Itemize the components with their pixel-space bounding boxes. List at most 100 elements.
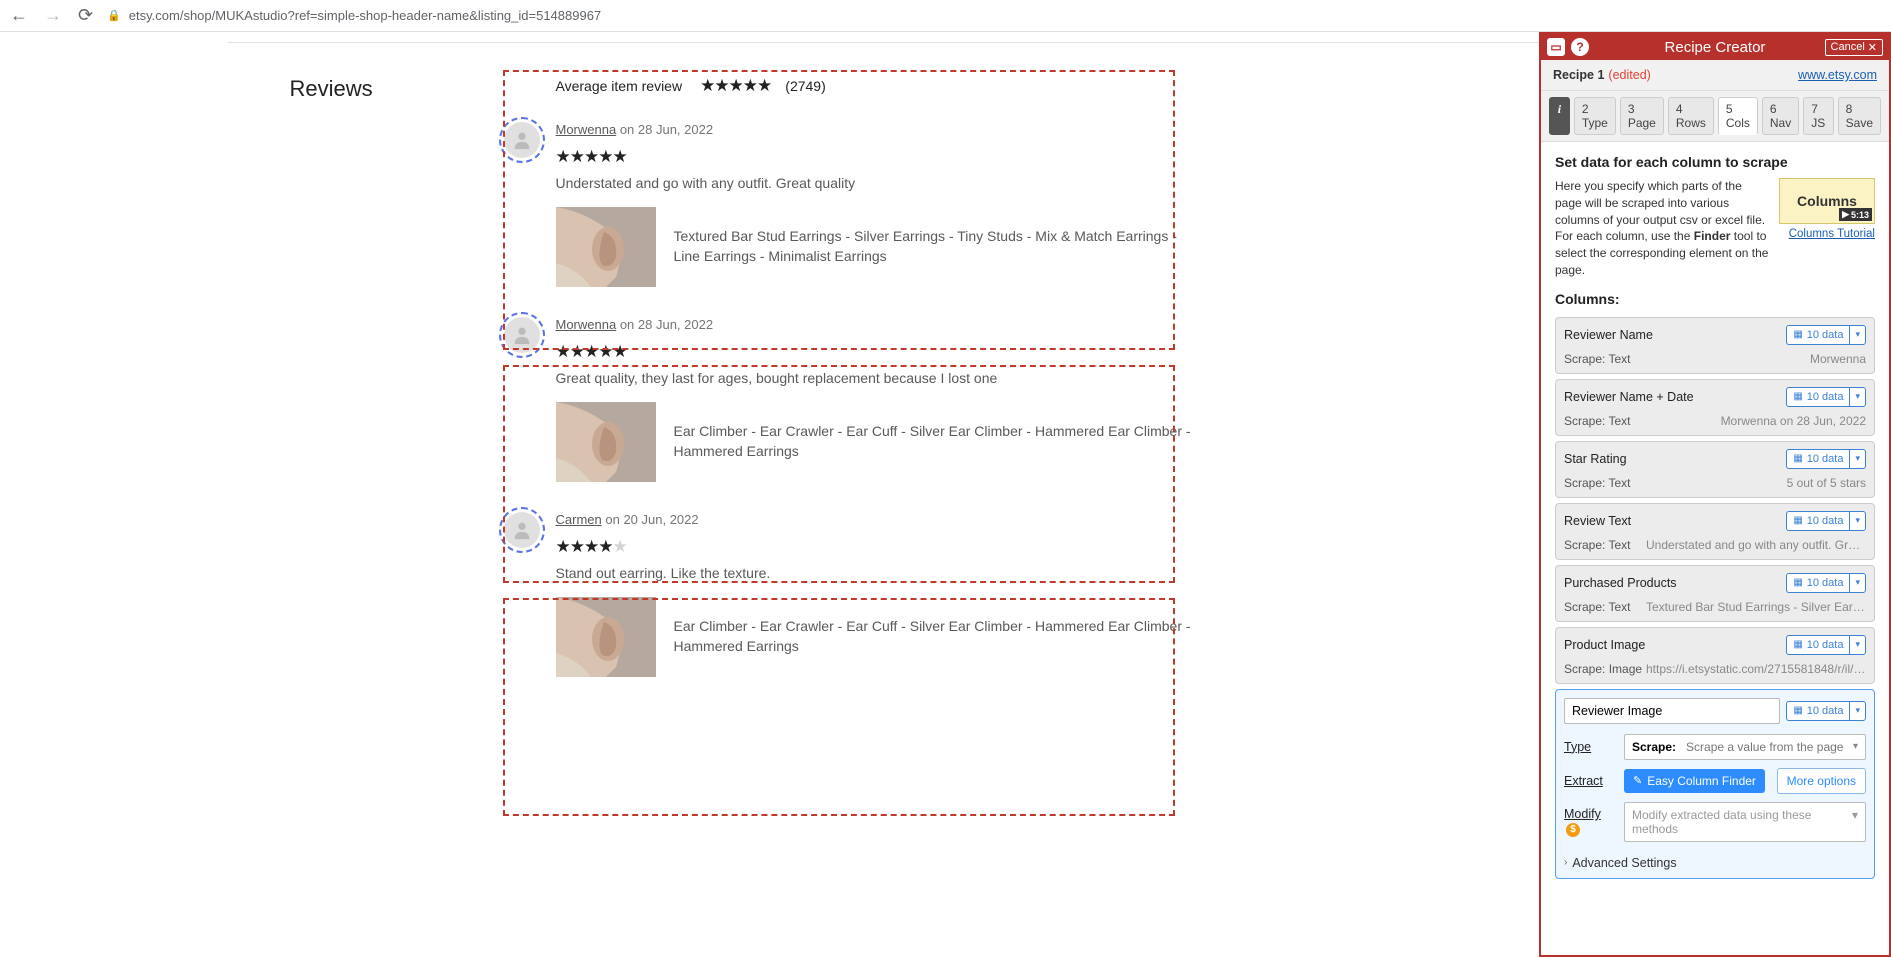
cancel-button[interactable]: Cancel✕	[1825, 39, 1883, 56]
product-title: Ear Climber - Ear Crawler - Ear Cuff - S…	[674, 617, 1194, 656]
pencil-icon: ✎	[1633, 774, 1642, 787]
column-entry[interactable]: Reviewer Name + Date▦10 data▾Scrape: Tex…	[1555, 379, 1875, 436]
column-entry[interactable]: Reviewer Name▦10 data▾Scrape: TextMorwen…	[1555, 317, 1875, 374]
review-date: on 20 Jun, 2022	[605, 512, 698, 527]
reviewer-name-link[interactable]: Morwenna	[556, 122, 617, 137]
column-entry[interactable]: Purchased Products▦10 data▾Scrape: TextT…	[1555, 565, 1875, 622]
forward-icon[interactable]: →	[44, 5, 62, 26]
grid-icon: ▦	[1793, 391, 1802, 402]
tab-6-nav[interactable]: 6 Nav	[1762, 97, 1799, 135]
data-count-badge[interactable]: ▦10 data	[1786, 573, 1849, 593]
modify-badge-icon: $	[1566, 823, 1580, 837]
scrape-type: Scrape: Text	[1564, 600, 1630, 614]
clipboard-icon[interactable]: ▭	[1547, 38, 1565, 56]
review-stars: ★★★★★	[556, 342, 1250, 362]
purchased-product[interactable]: Ear Climber - Ear Crawler - Ear Cuff - S…	[556, 402, 1250, 482]
product-thumb-image	[556, 207, 656, 287]
advanced-settings-toggle[interactable]: › Advanced Settings	[1564, 850, 1866, 870]
column-entry[interactable]: Product Image▦10 data▾Scrape: Imagehttps…	[1555, 627, 1875, 684]
review-block: Morwenna on 28 Jun, 2022★★★★★Understated…	[556, 122, 1250, 287]
data-count-badge[interactable]: ▦10 data	[1786, 511, 1849, 531]
product-thumbnail[interactable]	[556, 597, 656, 677]
tab-7-js[interactable]: 7 JS	[1803, 97, 1833, 135]
product-thumbnail[interactable]	[556, 402, 656, 482]
grid-icon: ▦	[1793, 577, 1802, 588]
reviewer-name-link[interactable]: Carmen	[556, 512, 602, 527]
column-name-input[interactable]	[1564, 698, 1780, 724]
grid-icon: ▦	[1793, 705, 1802, 716]
badge-dropdown[interactable]: ▾	[1849, 511, 1866, 531]
tab-info[interactable]: i	[1549, 97, 1570, 135]
review-stars: ★★★★★	[556, 147, 1250, 167]
source-link[interactable]: www.etsy.com	[1798, 68, 1877, 82]
product-thumbnail[interactable]	[556, 207, 656, 287]
intro-text: Here you specify which parts of the page…	[1555, 178, 1769, 279]
active-column-editor: ▦10 data ▾ Type Scrape: Scrape a value f…	[1555, 689, 1875, 879]
reviews-heading: Reviews	[290, 76, 520, 102]
tab-2-type[interactable]: 2 Type	[1574, 97, 1616, 135]
column-entry[interactable]: Star Rating▦10 data▾Scrape: Text5 out of…	[1555, 441, 1875, 498]
tab-8-save[interactable]: 8 Save	[1838, 97, 1881, 135]
data-count-badge[interactable]: ▦10 data	[1786, 325, 1849, 345]
scrape-sample: Understated and go with any outfit. Grea…	[1646, 538, 1866, 552]
chevron-right-icon: ›	[1564, 857, 1567, 868]
page-content: Reviews Average item review ★★★★★ (2749)…	[0, 32, 1539, 957]
modify-label: Modify $	[1564, 807, 1614, 837]
badge-dropdown[interactable]: ▾	[1849, 449, 1866, 469]
scrape-type: Scrape: Text	[1564, 538, 1630, 552]
recipe-creator-panel: ▭ ? Recipe Creator Cancel✕ Recipe 1 (edi…	[1539, 32, 1891, 957]
column-entry[interactable]: Review Text▦10 data▾Scrape: TextUndersta…	[1555, 503, 1875, 560]
data-count-badge[interactable]: ▦10 data	[1786, 701, 1849, 721]
data-count-badge[interactable]: ▦10 data	[1786, 387, 1849, 407]
browser-chrome: ← → ⟳ 🔒 etsy.com/shop/MUKAstudio?ref=sim…	[0, 0, 1891, 32]
avg-label: Average item review	[556, 78, 683, 94]
badge-dropdown[interactable]: ▾	[1849, 325, 1866, 345]
url-text[interactable]: etsy.com/shop/MUKAstudio?ref=simple-shop…	[129, 8, 601, 23]
scrape-type: Scrape: Image	[1564, 662, 1642, 676]
tab-3-page[interactable]: 3 Page	[1620, 97, 1664, 135]
reviewer-name-date: Carmen on 20 Jun, 2022	[556, 512, 1250, 527]
purchased-product[interactable]: Textured Bar Stud Earrings - Silver Earr…	[556, 207, 1250, 287]
reviewer-avatar[interactable]	[504, 317, 540, 353]
type-label: Type	[1564, 740, 1614, 754]
back-icon[interactable]: ←	[10, 5, 28, 26]
grid-icon: ▦	[1793, 453, 1802, 464]
product-title: Textured Bar Stud Earrings - Silver Earr…	[674, 227, 1194, 266]
badge-dropdown[interactable]: ▾	[1849, 387, 1866, 407]
review-text: Understated and go with any outfit. Grea…	[556, 175, 1250, 191]
badge-dropdown[interactable]: ▾	[1849, 573, 1866, 593]
close-icon: ✕	[1868, 41, 1877, 54]
columns-heading: Columns:	[1555, 291, 1875, 307]
badge-dropdown[interactable]: ▾	[1849, 701, 1866, 721]
column-name: Reviewer Name	[1564, 328, 1653, 342]
reload-icon[interactable]: ⟳	[78, 5, 93, 26]
reviewer-avatar[interactable]	[504, 122, 540, 158]
scrape-sample: 5 out of 5 stars	[1787, 476, 1866, 490]
more-options-button[interactable]: More options	[1777, 768, 1866, 794]
help-icon[interactable]: ?	[1571, 38, 1589, 56]
type-select[interactable]: Scrape: Scrape a value from the page ▾	[1624, 734, 1866, 760]
panel-body: Set data for each column to scrape Here …	[1541, 142, 1889, 955]
scrape-sample: Morwenna on 28 Jun, 2022	[1721, 414, 1866, 428]
modify-select[interactable]: Modify extracted data using these method…	[1624, 802, 1866, 842]
review-date: on 28 Jun, 2022	[620, 317, 713, 332]
tab-4-rows[interactable]: 4 Rows	[1668, 97, 1714, 135]
data-count-badge[interactable]: ▦10 data	[1786, 635, 1849, 655]
chevron-down-icon: ▾	[1852, 808, 1858, 836]
tab-5-cols[interactable]: 5 Cols	[1718, 97, 1758, 135]
badge-dropdown[interactable]: ▾	[1849, 635, 1866, 655]
divider	[228, 42, 1539, 43]
product-title: Ear Climber - Ear Crawler - Ear Cuff - S…	[674, 422, 1194, 461]
column-name: Purchased Products	[1564, 576, 1677, 590]
tutorial-link[interactable]: Columns Tutorial	[1779, 228, 1875, 240]
product-thumb-image	[556, 597, 656, 677]
reviewer-name-link[interactable]: Morwenna	[556, 317, 617, 332]
column-name: Product Image	[1564, 638, 1645, 652]
scrape-type: Scrape: Text	[1564, 476, 1630, 490]
purchased-product[interactable]: Ear Climber - Ear Crawler - Ear Cuff - S…	[556, 597, 1250, 677]
scrape-sample: Morwenna	[1810, 352, 1866, 366]
data-count-badge[interactable]: ▦10 data	[1786, 449, 1849, 469]
reviewer-avatar[interactable]	[504, 512, 540, 548]
columns-video[interactable]: Columns ▶ 5:13	[1779, 178, 1875, 224]
easy-column-finder-button[interactable]: ✎ Easy Column Finder	[1624, 769, 1765, 793]
